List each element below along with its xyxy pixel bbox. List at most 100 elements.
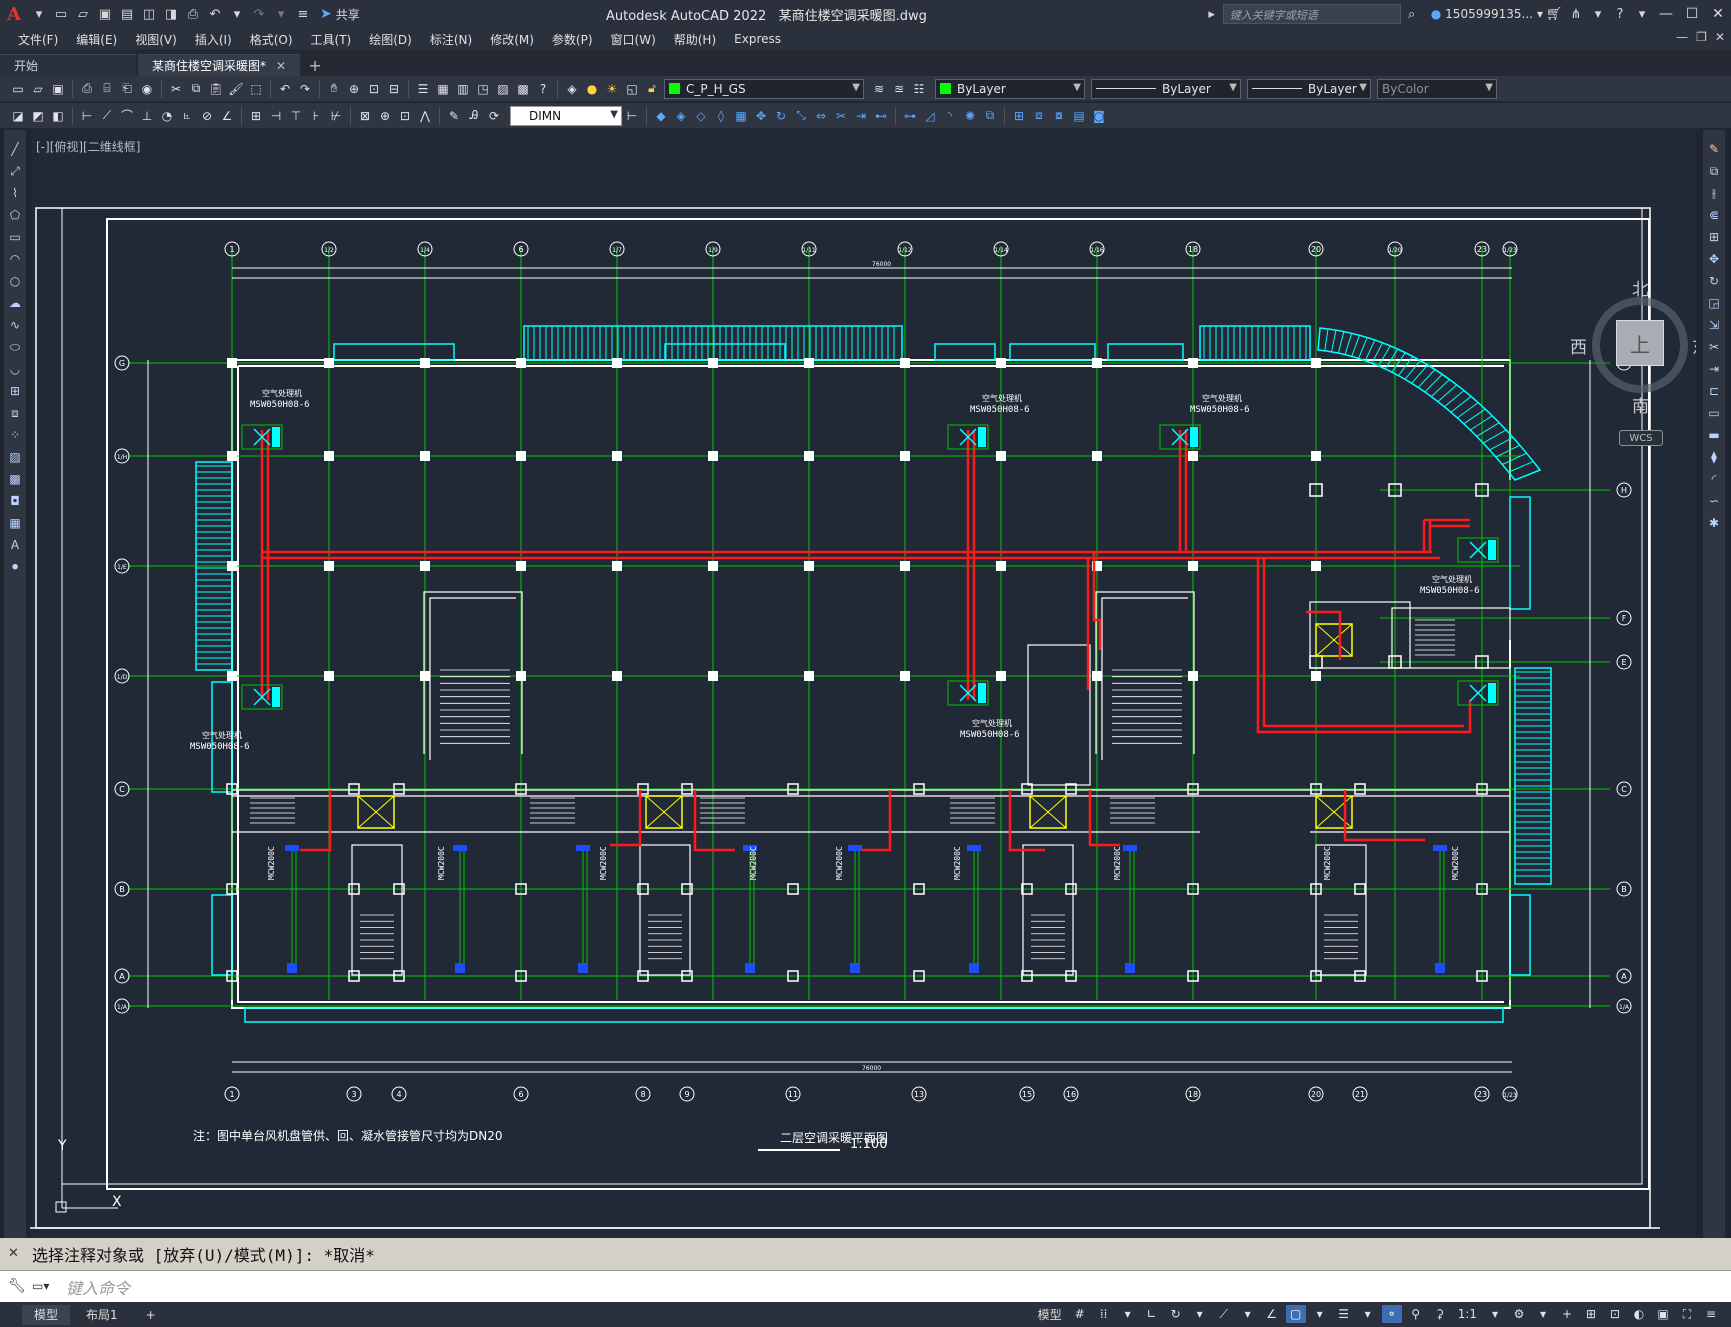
join-icon[interactable]: ⊶ <box>901 107 919 125</box>
help-dropdown-icon[interactable]: ▾ <box>1632 4 1652 24</box>
make-current-layer-icon[interactable]: ≋ <box>870 80 888 98</box>
search-input[interactable]: 键入关键字或短语 <box>1222 4 1401 24</box>
save-web-icon[interactable]: ◨ <box>161 4 181 24</box>
new-file-icon[interactable]: ▭ <box>51 4 71 24</box>
calculator-icon[interactable]: ▩ <box>514 80 532 98</box>
save-as-icon[interactable]: ▤ <box>117 4 137 24</box>
units-icon[interactable]: ⊞ <box>1581 1305 1601 1323</box>
annotation-scale-icon[interactable]: ⚳ <box>1430 1305 1450 1323</box>
tab-model[interactable]: 模型 <box>22 1304 71 1325</box>
polygon-icon[interactable]: ⬠ <box>6 206 24 224</box>
break-icon[interactable]: ▭ <box>1705 404 1723 422</box>
offset-icon[interactable]: ⋐ <box>1705 206 1723 224</box>
dim-arc-icon[interactable]: ⌒ <box>118 107 136 125</box>
auto-scale-icon[interactable]: ⚲ <box>1406 1305 1426 1323</box>
customization-icon[interactable]: ≡ <box>1701 1305 1721 1323</box>
copy-icon[interactable]: ⧉ <box>1705 162 1723 180</box>
hardware-accel-icon[interactable]: ▣ <box>1653 1305 1673 1323</box>
dim-text-edit-icon[interactable]: Ꭿ <box>465 107 483 125</box>
publish-icon[interactable]: ⎗ <box>118 80 136 98</box>
isodraft-icon[interactable]: ⟋ <box>1214 1305 1234 1323</box>
layer-combo[interactable]: C_P_H_GS ▼ <box>664 78 864 99</box>
spline-icon[interactable]: ∿ <box>6 316 24 334</box>
dim-continue-icon[interactable]: ⊤ <box>287 107 305 125</box>
annotation-scale-value[interactable]: 1:1 <box>1454 1307 1481 1321</box>
rotate-icon[interactable]: ↻ <box>1705 272 1723 290</box>
explode-icon[interactable]: ✱ <box>1705 514 1723 532</box>
customize-qat-icon[interactable]: ≡ <box>293 4 313 24</box>
drawing-viewport[interactable]: 76000 76000 1 1/2 1/4 6 1/7 1/9 1/11 1/1… <box>30 130 1696 1238</box>
undo-icon[interactable]: ↶ <box>276 80 294 98</box>
quick-dim-icon[interactable]: ⊞ <box>247 107 265 125</box>
break-at-point-icon[interactable]: ⊏ <box>1705 382 1723 400</box>
layer-previous-icon[interactable]: ≊ <box>890 80 908 98</box>
trim-icon[interactable]: ✂ <box>1705 338 1723 356</box>
markup-icon[interactable]: ▨ <box>494 80 512 98</box>
block-editor-icon[interactable]: ⬚ <box>247 80 265 98</box>
menu-parametric[interactable]: 参数(P) <box>552 31 593 48</box>
menu-draw[interactable]: 绘图(D) <box>369 31 412 48</box>
clean-screen-icon[interactable]: ⛶ <box>1677 1305 1697 1323</box>
command-line[interactable]: 🔧︎ ▭▾ 键入命令 <box>0 1270 1731 1302</box>
linetype-combo[interactable]: ByLayer ▼ <box>1091 78 1241 99</box>
break-icon[interactable]: ⊷ <box>872 107 890 125</box>
customize-wrench-icon[interactable]: 🔧︎ <box>8 1278 26 1294</box>
zoom-realtime-icon[interactable]: ⊕ <box>345 80 363 98</box>
viewcube-south[interactable]: 南 <box>1632 392 1649 417</box>
plot-icon[interactable]: ⎙ <box>78 80 96 98</box>
mirror-icon[interactable]: ⫲ <box>1705 184 1723 202</box>
tab-start[interactable]: 开始 <box>0 54 136 76</box>
layer-tool-icon[interactable]: ◪ <box>9 107 27 125</box>
point-icon[interactable]: ⧇ <box>1050 107 1068 125</box>
point-icon[interactable]: ⁘ <box>6 426 24 444</box>
doc-minimize-icon[interactable]: — <box>1676 30 1688 44</box>
workspace-gear-icon[interactable]: ⚙ <box>1509 1305 1529 1323</box>
array-icon[interactable]: ▦ <box>732 107 750 125</box>
wcs-menu-button[interactable]: WCS <box>1619 430 1663 446</box>
viewcube-west[interactable]: 西 <box>1570 333 1587 358</box>
plotstyle-combo[interactable]: ByColor ▼ <box>1377 78 1497 99</box>
fillet-icon[interactable]: ◝ <box>941 107 959 125</box>
menu-file[interactable]: 文件(F) <box>18 31 58 48</box>
tab-close-icon[interactable]: ✕ <box>276 59 286 73</box>
design-center-icon[interactable]: ▦ <box>434 80 452 98</box>
chamfer-icon[interactable]: ◿ <box>921 107 939 125</box>
dim-space-icon[interactable]: ⊦ <box>307 107 325 125</box>
layer-iso-icon[interactable]: ◧ <box>49 107 67 125</box>
zoom-previous-icon[interactable]: ⊟ <box>385 80 403 98</box>
object-snap-icon[interactable]: ▢ <box>1285 1305 1306 1323</box>
doc-restore-icon[interactable]: ❐ <box>1696 30 1707 44</box>
layer-sun-icon[interactable]: ☀ <box>603 80 621 98</box>
fillet-icon[interactable]: ◜ <box>1705 470 1723 488</box>
construction-line-icon[interactable]: ⤢ <box>6 162 24 180</box>
layer-state-icon[interactable]: ☷ <box>910 80 928 98</box>
sheet-set-icon[interactable]: ◳ <box>474 80 492 98</box>
copy-object-icon[interactable]: ◈ <box>672 107 690 125</box>
dim-angular-icon[interactable]: ∠ <box>218 107 236 125</box>
menu-express[interactable]: Express <box>734 32 781 46</box>
help-icon[interactable]: ? <box>534 80 552 98</box>
grid-icon[interactable]: # <box>1070 1305 1090 1323</box>
extend-icon[interactable]: ⇥ <box>852 107 870 125</box>
revcloud-icon[interactable]: ☁ <box>6 294 24 312</box>
polar-icon[interactable]: ↻ <box>1166 1305 1186 1323</box>
jogged-linear-icon[interactable]: ⋀ <box>416 107 434 125</box>
insert-block-icon[interactable]: ⊞ <box>1010 107 1028 125</box>
line-icon[interactable]: ╱ <box>6 140 24 158</box>
rotate-icon[interactable]: ↻ <box>772 107 790 125</box>
dim-break-icon[interactable]: ⊬ <box>327 107 345 125</box>
menu-dimension[interactable]: 标注(N) <box>430 31 472 48</box>
tab-drawing[interactable]: 某商住楼空调采暖图* ✕ <box>138 54 301 76</box>
annotation-visibility-icon[interactable]: ⚬ <box>1381 1305 1402 1323</box>
scale-dropdown-icon[interactable]: ▾ <box>1485 1305 1505 1323</box>
draworder-icon[interactable]: ⧉ <box>981 107 999 125</box>
cart-icon[interactable]: 🛒︎ <box>1544 4 1564 24</box>
dim-update-icon[interactable]: ⟳ <box>485 107 503 125</box>
table-icon[interactable]: ▦ <box>6 514 24 532</box>
close-icon[interactable]: ✕ <box>1705 0 1731 28</box>
dim-ordinate-icon[interactable]: ⊥ <box>138 107 156 125</box>
object-snap-tracking-icon[interactable]: ∠ <box>1262 1305 1282 1323</box>
lineweight-icon[interactable]: ☰ <box>1334 1305 1354 1323</box>
ellipse-icon[interactable]: ⬭ <box>6 338 24 356</box>
ellipse-arc-icon[interactable]: ◡ <box>6 360 24 378</box>
